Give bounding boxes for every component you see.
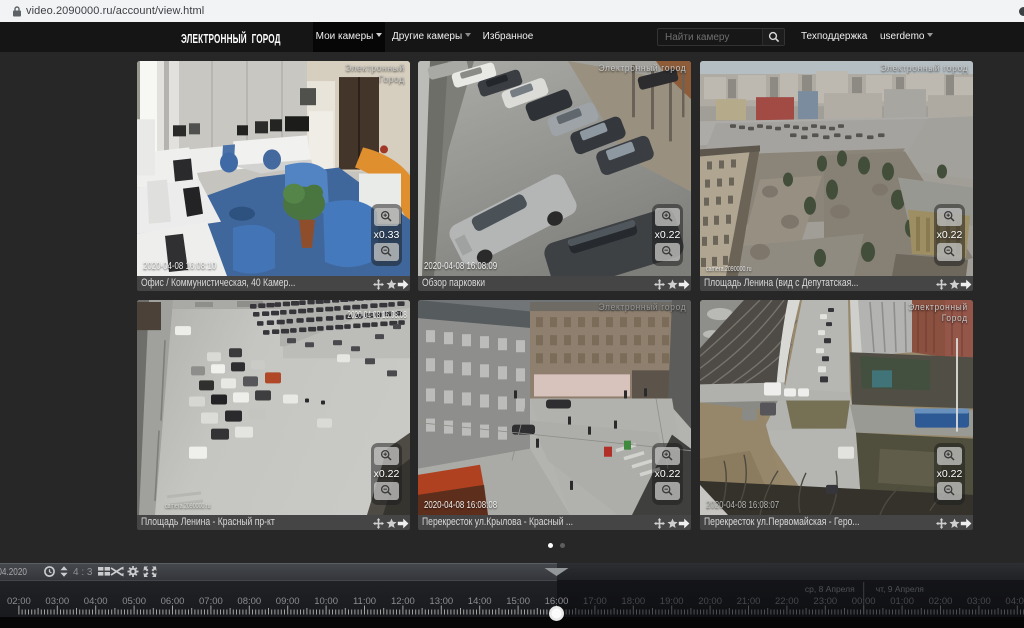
svg-text:04:00: 04:00 [1005,596,1024,607]
svg-text:20:00: 20:00 [698,596,722,607]
svg-text:04:00: 04:00 [84,596,108,607]
svg-text:00:00: 00:00 [852,596,876,607]
svg-text:12:00: 12:00 [391,596,415,607]
svg-text:ср, 8 Апреля: ср, 8 Апреля [805,584,855,594]
svg-text:16:00: 16:00 [545,596,569,607]
svg-text:03:00: 03:00 [45,596,69,607]
svg-text:13:00: 13:00 [429,596,453,607]
svg-text:18:00: 18:00 [621,596,645,607]
svg-text:19:00: 19:00 [660,596,684,607]
svg-text:09:00: 09:00 [276,596,300,607]
svg-text:06:00: 06:00 [161,596,185,607]
svg-text:02:00: 02:00 [929,596,953,607]
svg-text:чт, 9 Апреля: чт, 9 Апреля [876,584,925,594]
svg-text:08.04.2020: 08.04.2020 [0,565,27,577]
svg-text:17:00: 17:00 [583,596,607,607]
svg-text:4 : 3: 4 : 3 [73,567,93,578]
svg-text:07:00: 07:00 [199,596,223,607]
svg-text:21:00: 21:00 [737,596,761,607]
svg-text:14:00: 14:00 [468,596,492,607]
svg-text:10:00: 10:00 [314,596,338,607]
svg-text:23:00: 23:00 [813,596,837,607]
svg-text:03:00: 03:00 [967,596,991,607]
svg-text:02:00: 02:00 [7,596,31,607]
svg-text:08:00: 08:00 [237,596,261,607]
svg-text:01:00: 01:00 [890,596,914,607]
svg-text:22:00: 22:00 [775,596,799,607]
svg-text:15:00: 15:00 [506,596,530,607]
svg-text:11:00: 11:00 [353,596,376,607]
svg-text:05:00: 05:00 [122,596,146,607]
